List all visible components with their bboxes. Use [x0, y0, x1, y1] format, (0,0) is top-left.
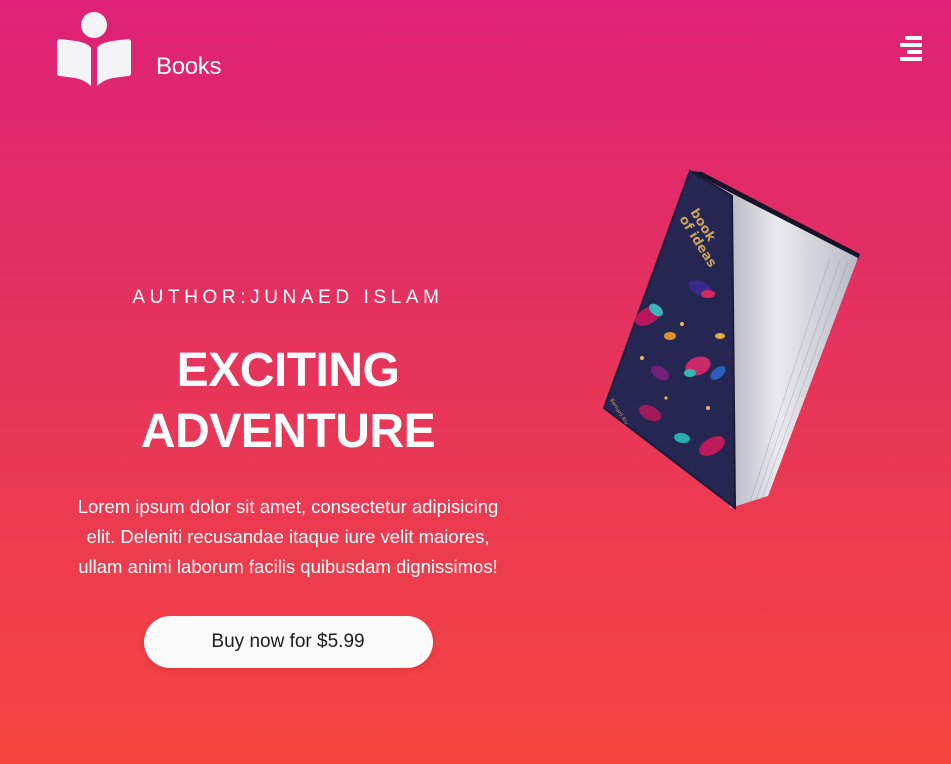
book-reader-icon [57, 12, 131, 86]
author-label: AUTHOR:JUNAED ISLAM [132, 287, 444, 308]
hero-section: AUTHOR:JUNAED ISLAM EXCITING ADVENTURE L… [60, 280, 516, 668]
book-title-line-1: EXCITING [176, 344, 400, 397]
book-cover-image: book of ideas Bernard Riu [602, 169, 860, 511]
buy-now-button[interactable]: Buy now for $5.99 [143, 616, 433, 668]
brand-name[interactable]: Books [156, 52, 222, 82]
book-title-line-2: ADVENTURE [140, 405, 436, 458]
hamburger-menu-icon[interactable] [896, 36, 922, 64]
book-title: EXCITING ADVENTURE [60, 340, 516, 462]
book-description: Lorem ipsum dolor sit amet, consectetur … [77, 496, 499, 577]
